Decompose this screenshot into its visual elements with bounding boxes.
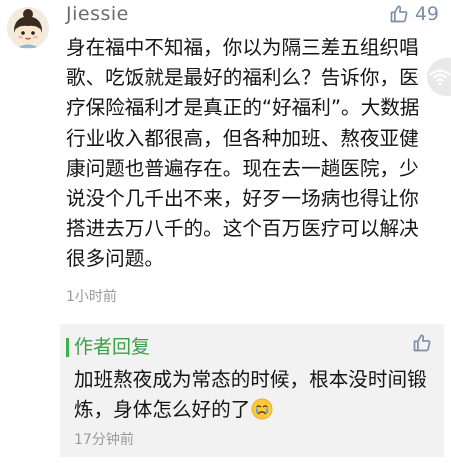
author-reply: 作者回复 加班熬夜成为常态的时候，根本没时间锻炼，身体怎么好的了 17分钟前: [60, 324, 444, 457]
comment-text: 身在福中不知福，你以为隔三差五组织唱歌、吃饭就是最好的福利么？告诉你，医疗保险福…: [66, 36, 420, 271]
wifi-icon: [429, 69, 451, 86]
reply-time: 17分钟前: [74, 432, 134, 448]
reply-author-label: 作者回复: [74, 336, 151, 358]
like-count: 49: [414, 3, 439, 25]
thumbs-up-icon: [413, 334, 431, 352]
crying-face-emoji-icon: [251, 398, 273, 429]
reply-text: 加班熬夜成为常态的时候，根本没时间锻炼，身体怎么好的了: [74, 365, 436, 429]
reply-like-button[interactable]: [412, 333, 432, 357]
reply-text-content: 加班熬夜成为常态的时候，根本没时间锻炼，身体怎么好的了: [74, 368, 427, 421]
username[interactable]: Jiessie: [66, 3, 129, 25]
like-button[interactable]: 49: [389, 3, 439, 25]
thumbs-up-icon: [390, 5, 408, 23]
avatar[interactable]: [7, 7, 49, 49]
comment-time: 1小时前: [66, 289, 117, 305]
girl-cartoon-avatar-icon: [7, 7, 49, 49]
reply-accent-bar: [66, 338, 69, 357]
comment-card: Jiessie 49 身在福中不知福，你以为隔三差五组织唱歌、吃饭就是最好的福利…: [0, 0, 451, 316]
